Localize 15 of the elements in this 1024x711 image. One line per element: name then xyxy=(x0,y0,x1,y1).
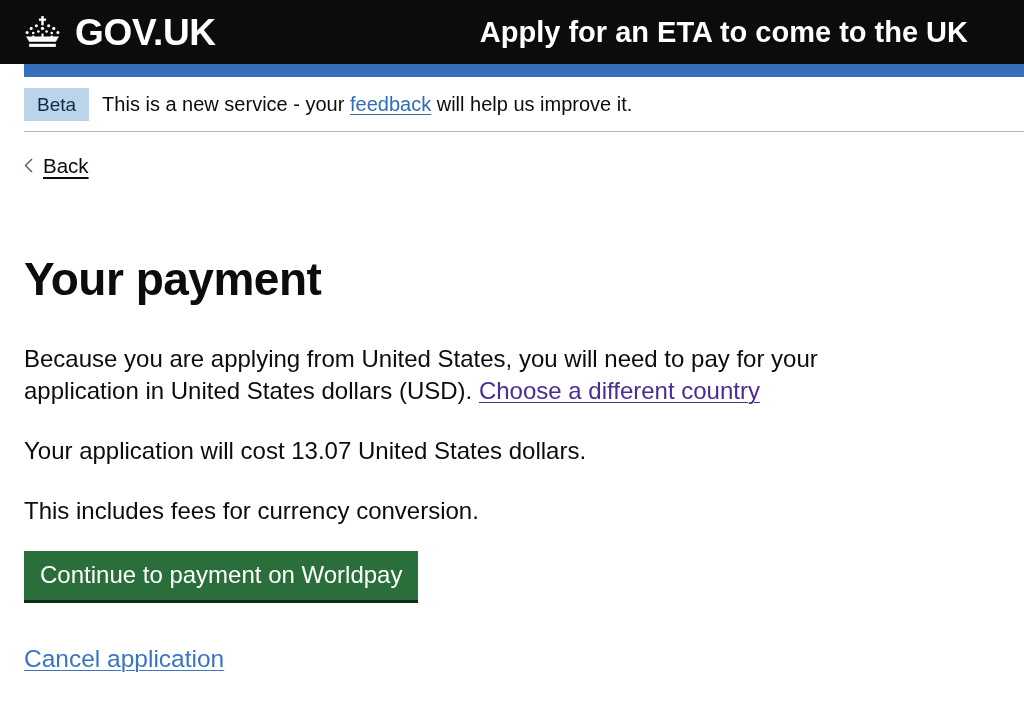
service-name: Apply for an ETA to come to the UK xyxy=(479,14,968,50)
body-text: This includes fees for currency conversion. xyxy=(24,496,480,526)
page-heading: Your payment xyxy=(24,254,323,304)
back-link[interactable]: Back xyxy=(24,153,89,178)
cancel-application-link[interactable]: Cancel application xyxy=(24,645,225,672)
logo-link[interactable]: GOV.UK xyxy=(24,13,216,51)
chevron-left-icon xyxy=(24,158,33,173)
body-text: Your application will cost 13.07 United States dollars. xyxy=(24,436,588,466)
phase-tag: Beta xyxy=(24,88,90,121)
crown-icon xyxy=(24,15,61,49)
body-text: Because you are applying from United States, you will need to pay for your application in United States dollars (USD). Choose a different country xyxy=(24,344,819,406)
feedback-link[interactable]: feedback xyxy=(349,93,432,115)
continue-payment-button[interactable]: Continue to payment on Worldpay xyxy=(24,551,419,603)
phase-banner-text: This is a new service - your feedback will help us improve it. xyxy=(102,92,633,117)
choose-country-link[interactable]: Choose a different country xyxy=(478,377,760,404)
